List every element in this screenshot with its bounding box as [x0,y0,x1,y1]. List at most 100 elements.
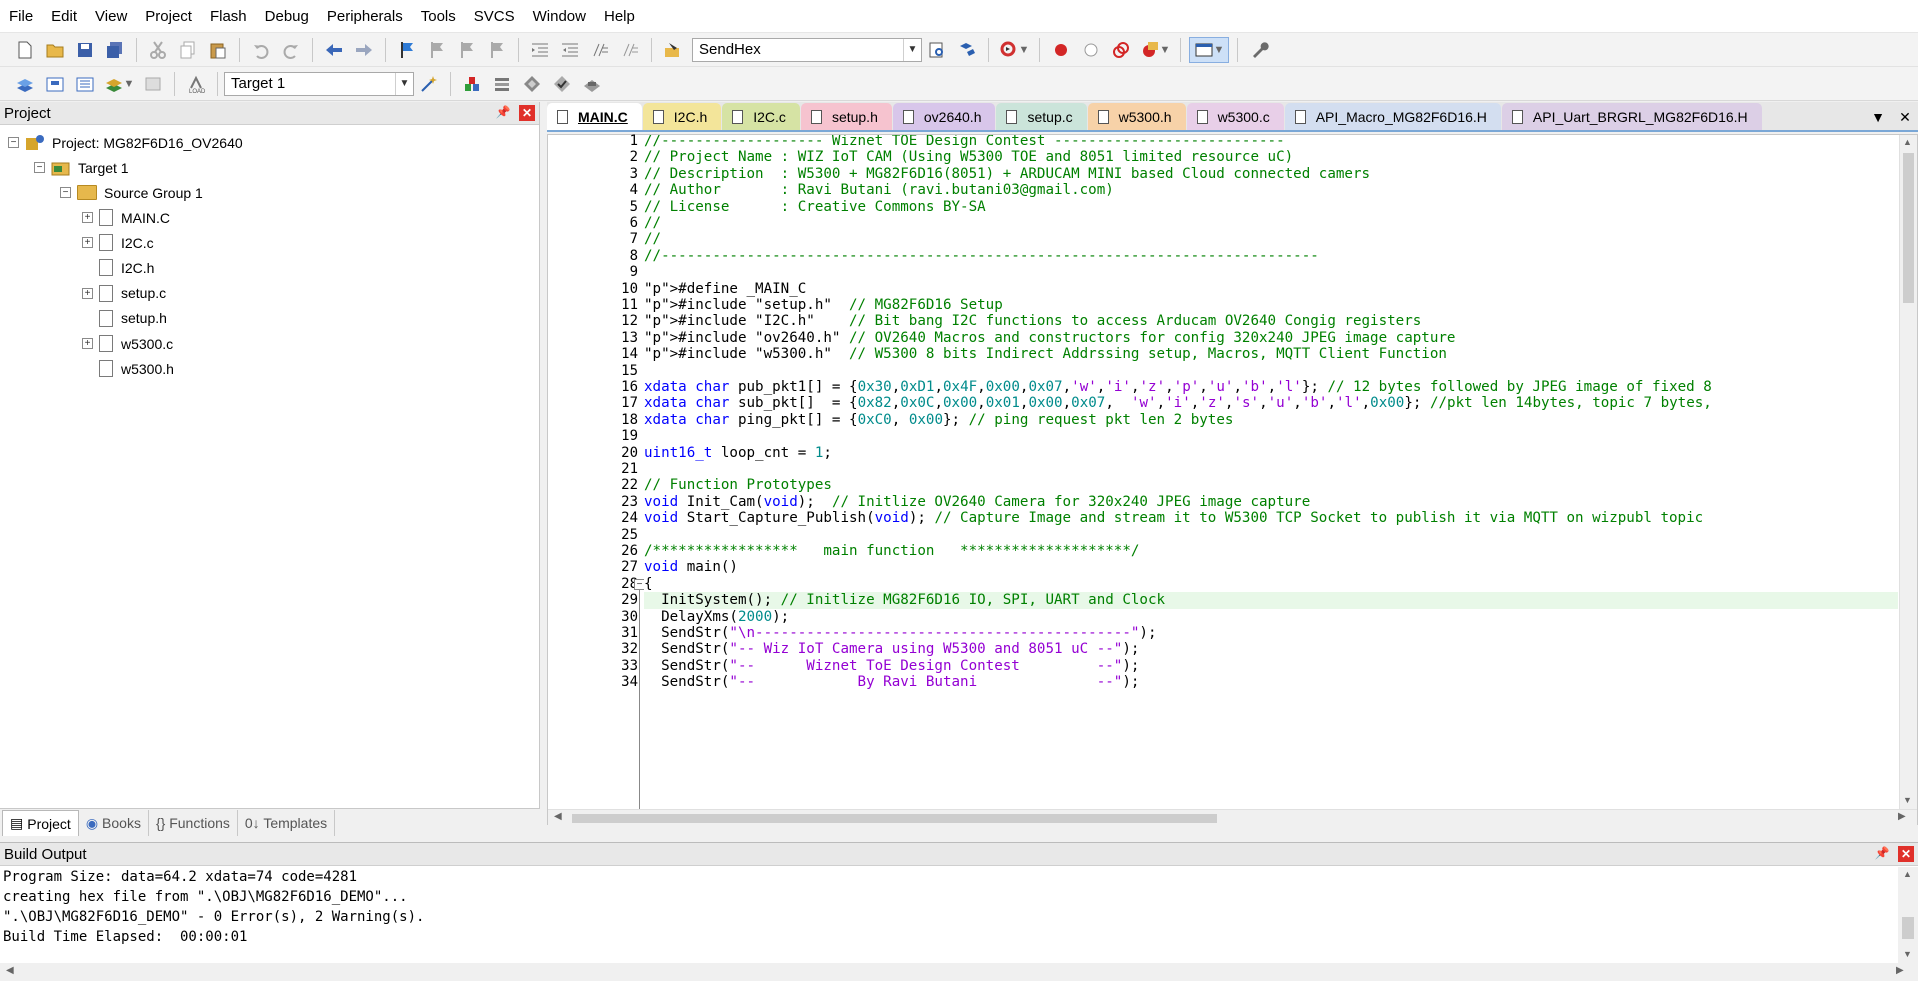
paste-icon[interactable] [205,37,231,63]
bookmark-icon[interactable] [394,37,420,63]
code-line[interactable]: SendStr("-- By Ravi Butani --"); [644,674,1898,690]
pin-icon[interactable]: 📌 [1874,846,1890,862]
code-line[interactable]: xdata char pub_pkt1[] = {0x30,0xD1,0x4F,… [644,379,1898,395]
breakpoint-options-icon[interactable]: ▼ [1138,37,1172,63]
nav-forward-icon[interactable] [351,37,377,63]
code-line[interactable]: "p">#include "w5300.h" // W5300 8 bits I… [644,346,1898,362]
download-icon[interactable]: LOAD [183,71,209,97]
nav-back-icon[interactable] [321,37,347,63]
tree-file[interactable]: setup.h [82,306,167,331]
code-line[interactable]: // Author : Ravi Butani (ravi.butani03@g… [644,182,1898,198]
redo-icon[interactable] [278,37,304,63]
menu-peripherals[interactable]: Peripherals [318,0,412,33]
scroll-up-icon[interactable]: ▲ [1903,869,1912,879]
horizontal-scroll-thumb[interactable] [572,814,1217,823]
code-line[interactable]: // Description : W5300 + MG82F6D16(8051)… [644,166,1898,182]
uncomment-icon[interactable] [617,37,643,63]
save-icon[interactable] [72,37,98,63]
code-line[interactable] [644,363,1898,379]
code-line[interactable]: xdata char sub_pkt[] = {0x82,0x0C,0x00,0… [644,395,1898,411]
vertical-scrollbar[interactable]: ▲ ▼ [1899,135,1917,809]
menu-window[interactable]: Window [524,0,595,33]
tab-project[interactable]: ▤ Project [2,810,79,836]
editor-tab[interactable]: I2C.h [642,103,722,130]
menu-svcs[interactable]: SVCS [465,0,524,33]
comment-icon[interactable] [587,37,613,63]
code-line[interactable]: uint16_t loop_cnt = 1; [644,445,1898,461]
chevron-down-icon[interactable]: ▼ [903,38,921,61]
code-line[interactable]: "p">#include "I2C.h" // Bit bang I2C fun… [644,313,1898,329]
tree-file[interactable]: + I2C.c [82,230,154,255]
code-line[interactable]: // License : Creative Commons BY-SA [644,199,1898,215]
tab-books[interactable]: ◉ Books [79,810,149,836]
menu-help[interactable]: Help [595,0,644,33]
code-line[interactable] [644,264,1898,280]
chevron-down-icon[interactable]: ▼ [395,72,413,95]
scroll-left-icon[interactable]: ◀ [6,965,14,976]
code-line[interactable]: SendStr("-- Wiznet ToE Design Contest --… [644,658,1898,674]
build-icon[interactable] [42,71,68,97]
select-pack-icon[interactable] [489,71,515,97]
code-line[interactable]: // [644,215,1898,231]
code-line[interactable]: // Function Prototypes [644,477,1898,493]
tab-list-icon[interactable]: ▼ [1871,109,1885,125]
manage-runtime-icon[interactable] [549,71,575,97]
code-line[interactable]: "p">#include "setup.h" // MG82F6D16 Setu… [644,297,1898,313]
code-line[interactable]: //------------------- Wiznet TOE Design … [644,135,1898,149]
code-line[interactable]: //--------------------------------------… [644,248,1898,264]
menu-project[interactable]: Project [136,0,201,33]
code-line[interactable]: "p">#include "ov2640.h" // OV2640 Macros… [644,330,1898,346]
code-line[interactable]: InitSystem(); // Initlize MG82F6D16 IO, … [644,592,1898,609]
code-line[interactable]: SendStr("-- Wiz IoT Camera using W5300 a… [644,641,1898,657]
vertical-scroll-thumb[interactable] [1902,917,1914,939]
code-line[interactable] [644,527,1898,543]
code-line[interactable]: DelayXms(2000); [644,609,1898,625]
tree-group[interactable]: − Source Group 1 [60,180,203,205]
tree-file[interactable]: I2C.h [82,255,154,280]
code-editor[interactable]: 1 2 3 4 5 6 7 8 9 10 11 12 13 14 15 16 17 18 19 20 21 22 23 24 2… [547,133,1918,826]
editor-tab[interactable]: w5300.h [1087,103,1186,130]
code-line[interactable]: void Start_Capture_Publish(void); // Cap… [644,510,1898,526]
wrench-icon[interactable] [1246,37,1272,63]
bookmark-prev-icon[interactable] [424,37,450,63]
new-file-icon[interactable] [12,37,38,63]
collapse-icon[interactable]: − [60,187,71,198]
close-icon[interactable]: ✕ [519,105,535,121]
editor-tab[interactable]: API_Uart_BRGRL_MG82F6D16.H [1501,103,1762,130]
scroll-right-icon[interactable]: ▶ [1896,965,1904,976]
window-layout-icon[interactable]: ▼ [1189,36,1229,63]
tab-templates[interactable]: 0↓ Templates [238,810,336,836]
expand-icon[interactable]: + [82,237,93,249]
manage-icon[interactable] [459,71,485,97]
tree-file[interactable]: + w5300.c [82,331,173,356]
target-options-icon[interactable] [416,71,442,97]
code-text-area[interactable]: //------------------- Wiznet TOE Design … [644,135,1898,809]
build-output-vertical-scrollbar[interactable]: ▲ ▼ [1898,867,1918,963]
scroll-right-icon[interactable]: ▶ [1898,811,1906,822]
tree-file[interactable]: + setup.c [82,281,166,306]
indent-icon[interactable] [527,37,553,63]
find-icon[interactable] [924,37,950,63]
code-line[interactable]: // [644,231,1898,247]
scroll-down-icon[interactable]: ▼ [1903,795,1912,805]
tree-file[interactable]: w5300.h [82,356,174,381]
collapse-icon[interactable]: − [8,137,19,148]
code-line[interactable]: { [644,576,1898,592]
tab-functions[interactable]: {} Functions [149,810,238,836]
target-combo[interactable]: Target 1 ▼ [224,71,414,96]
menu-edit[interactable]: Edit [42,0,86,33]
menu-debug[interactable]: Debug [256,0,318,33]
close-icon[interactable]: ✕ [1898,846,1914,862]
code-line[interactable]: xdata char ping_pkt[] = {0xC0, 0x00}; //… [644,412,1898,428]
bookmark-next-icon[interactable] [454,37,480,63]
cut-icon[interactable] [145,37,171,63]
menu-file[interactable]: File [0,0,42,33]
code-line[interactable]: // Project Name : WIZ IoT CAM (Using W53… [644,149,1898,165]
pack-icon[interactable] [579,71,605,97]
copy-icon[interactable] [175,37,201,63]
close-tab-icon[interactable]: ✕ [1899,109,1911,126]
rebuild-icon[interactable] [72,71,98,97]
pin-icon[interactable]: 📌 [495,105,511,121]
menu-view[interactable]: View [86,0,136,33]
scroll-down-icon[interactable]: ▼ [1903,949,1912,959]
